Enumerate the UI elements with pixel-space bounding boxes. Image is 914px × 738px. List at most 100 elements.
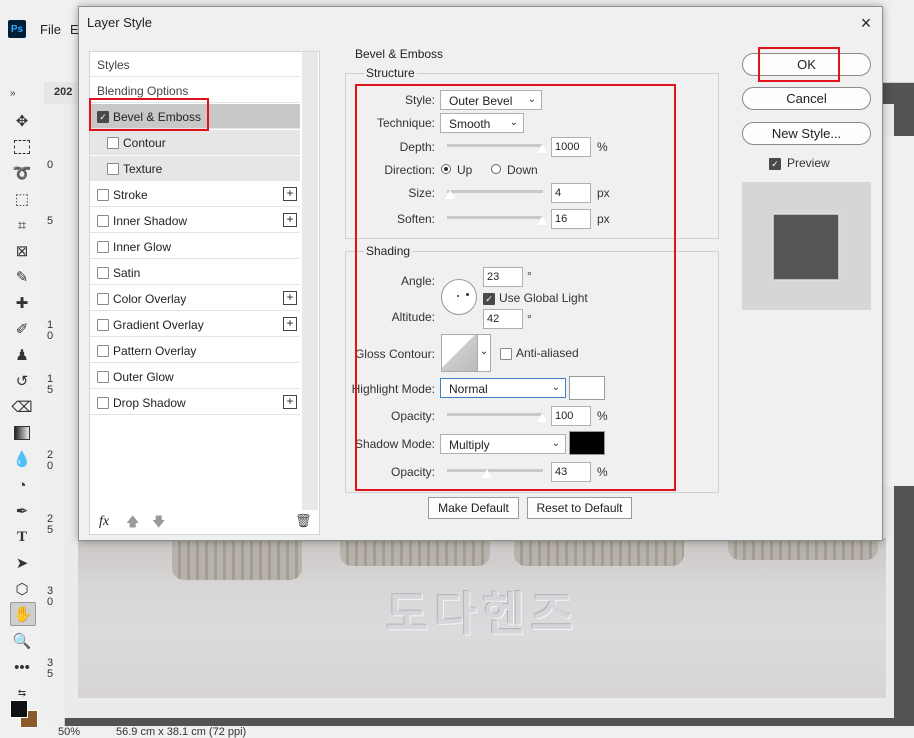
style-item-drop-shadow[interactable]: Drop Shadow +: [90, 390, 300, 415]
brush-tool-icon[interactable]: ✐: [10, 318, 34, 340]
depth-slider-thumb[interactable]: [536, 143, 548, 153]
cancel-button[interactable]: Cancel: [742, 87, 871, 110]
checkbox-icon[interactable]: [97, 189, 109, 201]
move-tool-icon[interactable]: ✥: [10, 110, 34, 132]
stamp-tool-icon[interactable]: ♟: [10, 344, 34, 366]
depth-slider[interactable]: [447, 144, 543, 147]
soften-slider[interactable]: [447, 216, 543, 219]
more-tools-icon[interactable]: •••: [10, 656, 34, 678]
shadow-color-swatch[interactable]: [569, 431, 605, 455]
document-image[interactable]: 도다헨즈: [78, 538, 886, 698]
angle-input[interactable]: 23: [483, 267, 523, 287]
styles-header[interactable]: Styles: [90, 52, 300, 77]
expand-icon[interactable]: »: [10, 82, 34, 104]
add-plus-icon[interactable]: +: [283, 317, 297, 331]
altitude-input[interactable]: 42: [483, 309, 523, 329]
close-icon[interactable]: ×: [855, 12, 877, 34]
shadow-opacity-slider[interactable]: [447, 469, 543, 472]
eyedropper-icon[interactable]: ✎: [10, 266, 34, 288]
shadow-mode-dropdown[interactable]: Multiply ⌄: [440, 434, 566, 454]
add-plus-icon[interactable]: +: [283, 291, 297, 305]
zoom-tool-icon[interactable]: 🔍: [10, 630, 34, 652]
style-item-inner-shadow[interactable]: Inner Shadow +: [90, 208, 300, 233]
trash-icon[interactable]: 🗑: [295, 513, 312, 529]
move-up-icon[interactable]: 🡅: [126, 513, 139, 535]
checkbox-icon[interactable]: [97, 397, 109, 409]
checkbox-icon[interactable]: [107, 163, 119, 175]
highlight-color-swatch[interactable]: [569, 376, 605, 400]
styles-scrollbar[interactable]: [302, 52, 318, 510]
object-select-icon[interactable]: ⬚: [10, 188, 34, 210]
size-slider[interactable]: [447, 190, 543, 193]
checkbox-icon[interactable]: [97, 319, 109, 331]
shadow-opacity-slider-thumb[interactable]: [481, 468, 493, 478]
blending-options-item[interactable]: Blending Options: [90, 78, 300, 103]
highlight-opacity-slider[interactable]: [447, 413, 543, 416]
highlight-opacity-input[interactable]: 100: [551, 406, 591, 426]
zoom-level[interactable]: 50%: [58, 726, 80, 738]
reset-default-button[interactable]: Reset to Default: [527, 497, 632, 519]
add-plus-icon[interactable]: +: [283, 395, 297, 409]
direction-up-radio[interactable]: [441, 164, 451, 174]
angle-dial[interactable]: [441, 279, 477, 315]
marquee-tool-icon[interactable]: [10, 136, 34, 158]
make-default-button[interactable]: Make Default: [428, 497, 519, 519]
checkbox-icon[interactable]: [97, 215, 109, 227]
ok-button[interactable]: OK: [742, 53, 871, 76]
eraser-tool-icon[interactable]: ⌫: [10, 396, 34, 418]
highlight-opacity-slider-thumb[interactable]: [536, 412, 548, 422]
soften-slider-thumb[interactable]: [536, 215, 548, 225]
style-item-outer-glow[interactable]: Outer Glow: [90, 364, 300, 389]
size-input[interactable]: 4: [551, 183, 591, 203]
history-brush-icon[interactable]: ↺: [10, 370, 34, 392]
checkbox-icon[interactable]: [97, 345, 109, 357]
style-item-color-overlay[interactable]: Color Overlay +: [90, 286, 300, 311]
soften-input[interactable]: 16: [551, 209, 591, 229]
fx-icon[interactable]: fx: [99, 514, 109, 530]
gradient-tool-icon[interactable]: [10, 422, 34, 444]
anti-aliased-checkbox[interactable]: [500, 348, 512, 360]
style-item-satin[interactable]: Satin: [90, 260, 300, 285]
new-style-button[interactable]: New Style...: [742, 122, 871, 145]
preview-checkbox[interactable]: ✓: [769, 158, 781, 170]
technique-dropdown[interactable]: Smooth ⌄: [440, 113, 524, 133]
use-global-light-checkbox[interactable]: ✓: [483, 293, 495, 305]
checkbox-checked-icon[interactable]: ✓: [97, 111, 109, 123]
checkbox-icon[interactable]: [97, 293, 109, 305]
healing-brush-icon[interactable]: ✚: [10, 292, 34, 314]
direction-down-radio[interactable]: [491, 164, 501, 174]
add-plus-icon[interactable]: +: [283, 213, 297, 227]
menu-file[interactable]: File: [40, 22, 61, 37]
style-item-texture[interactable]: Texture: [90, 156, 300, 181]
style-item-contour[interactable]: Contour: [90, 130, 300, 155]
highlight-mode-dropdown[interactable]: Normal ⌄: [440, 378, 566, 398]
style-item-gradient-overlay[interactable]: Gradient Overlay +: [90, 312, 300, 337]
style-dropdown[interactable]: Outer Bevel ⌄: [440, 90, 542, 110]
checkbox-icon[interactable]: [97, 267, 109, 279]
shape-tool-icon[interactable]: ⬡: [10, 578, 34, 600]
dodge-tool-icon[interactable]: ◔: [10, 474, 34, 496]
size-slider-thumb[interactable]: [444, 189, 456, 199]
add-plus-icon[interactable]: +: [283, 187, 297, 201]
checkbox-icon[interactable]: [97, 241, 109, 253]
style-item-pattern-overlay[interactable]: Pattern Overlay: [90, 338, 300, 363]
foreground-color-swatch[interactable]: [10, 700, 28, 718]
path-select-icon[interactable]: ➤: [10, 552, 34, 574]
style-item-inner-glow[interactable]: Inner Glow: [90, 234, 300, 259]
style-item-bevel-emboss[interactable]: ✓ Bevel & Emboss: [90, 104, 300, 129]
checkbox-icon[interactable]: [107, 137, 119, 149]
lasso-tool-icon[interactable]: ➰: [10, 162, 34, 184]
gloss-contour-swatch[interactable]: [441, 334, 479, 372]
frame-tool-icon[interactable]: ⊠: [10, 240, 34, 262]
angle-dial-handle[interactable]: [466, 293, 469, 296]
style-item-stroke[interactable]: Stroke +: [90, 182, 300, 207]
blur-tool-icon[interactable]: 💧: [10, 448, 34, 470]
depth-input[interactable]: 1000: [551, 137, 591, 157]
crop-tool-icon[interactable]: ⌗: [10, 214, 34, 236]
checkbox-icon[interactable]: [97, 371, 109, 383]
shadow-opacity-input[interactable]: 43: [551, 462, 591, 482]
pen-tool-icon[interactable]: ✒: [10, 500, 34, 522]
chevron-down-icon[interactable]: ⌄: [477, 334, 491, 372]
type-tool-icon[interactable]: T: [10, 526, 34, 548]
hand-tool-icon[interactable]: ✋: [10, 602, 36, 626]
